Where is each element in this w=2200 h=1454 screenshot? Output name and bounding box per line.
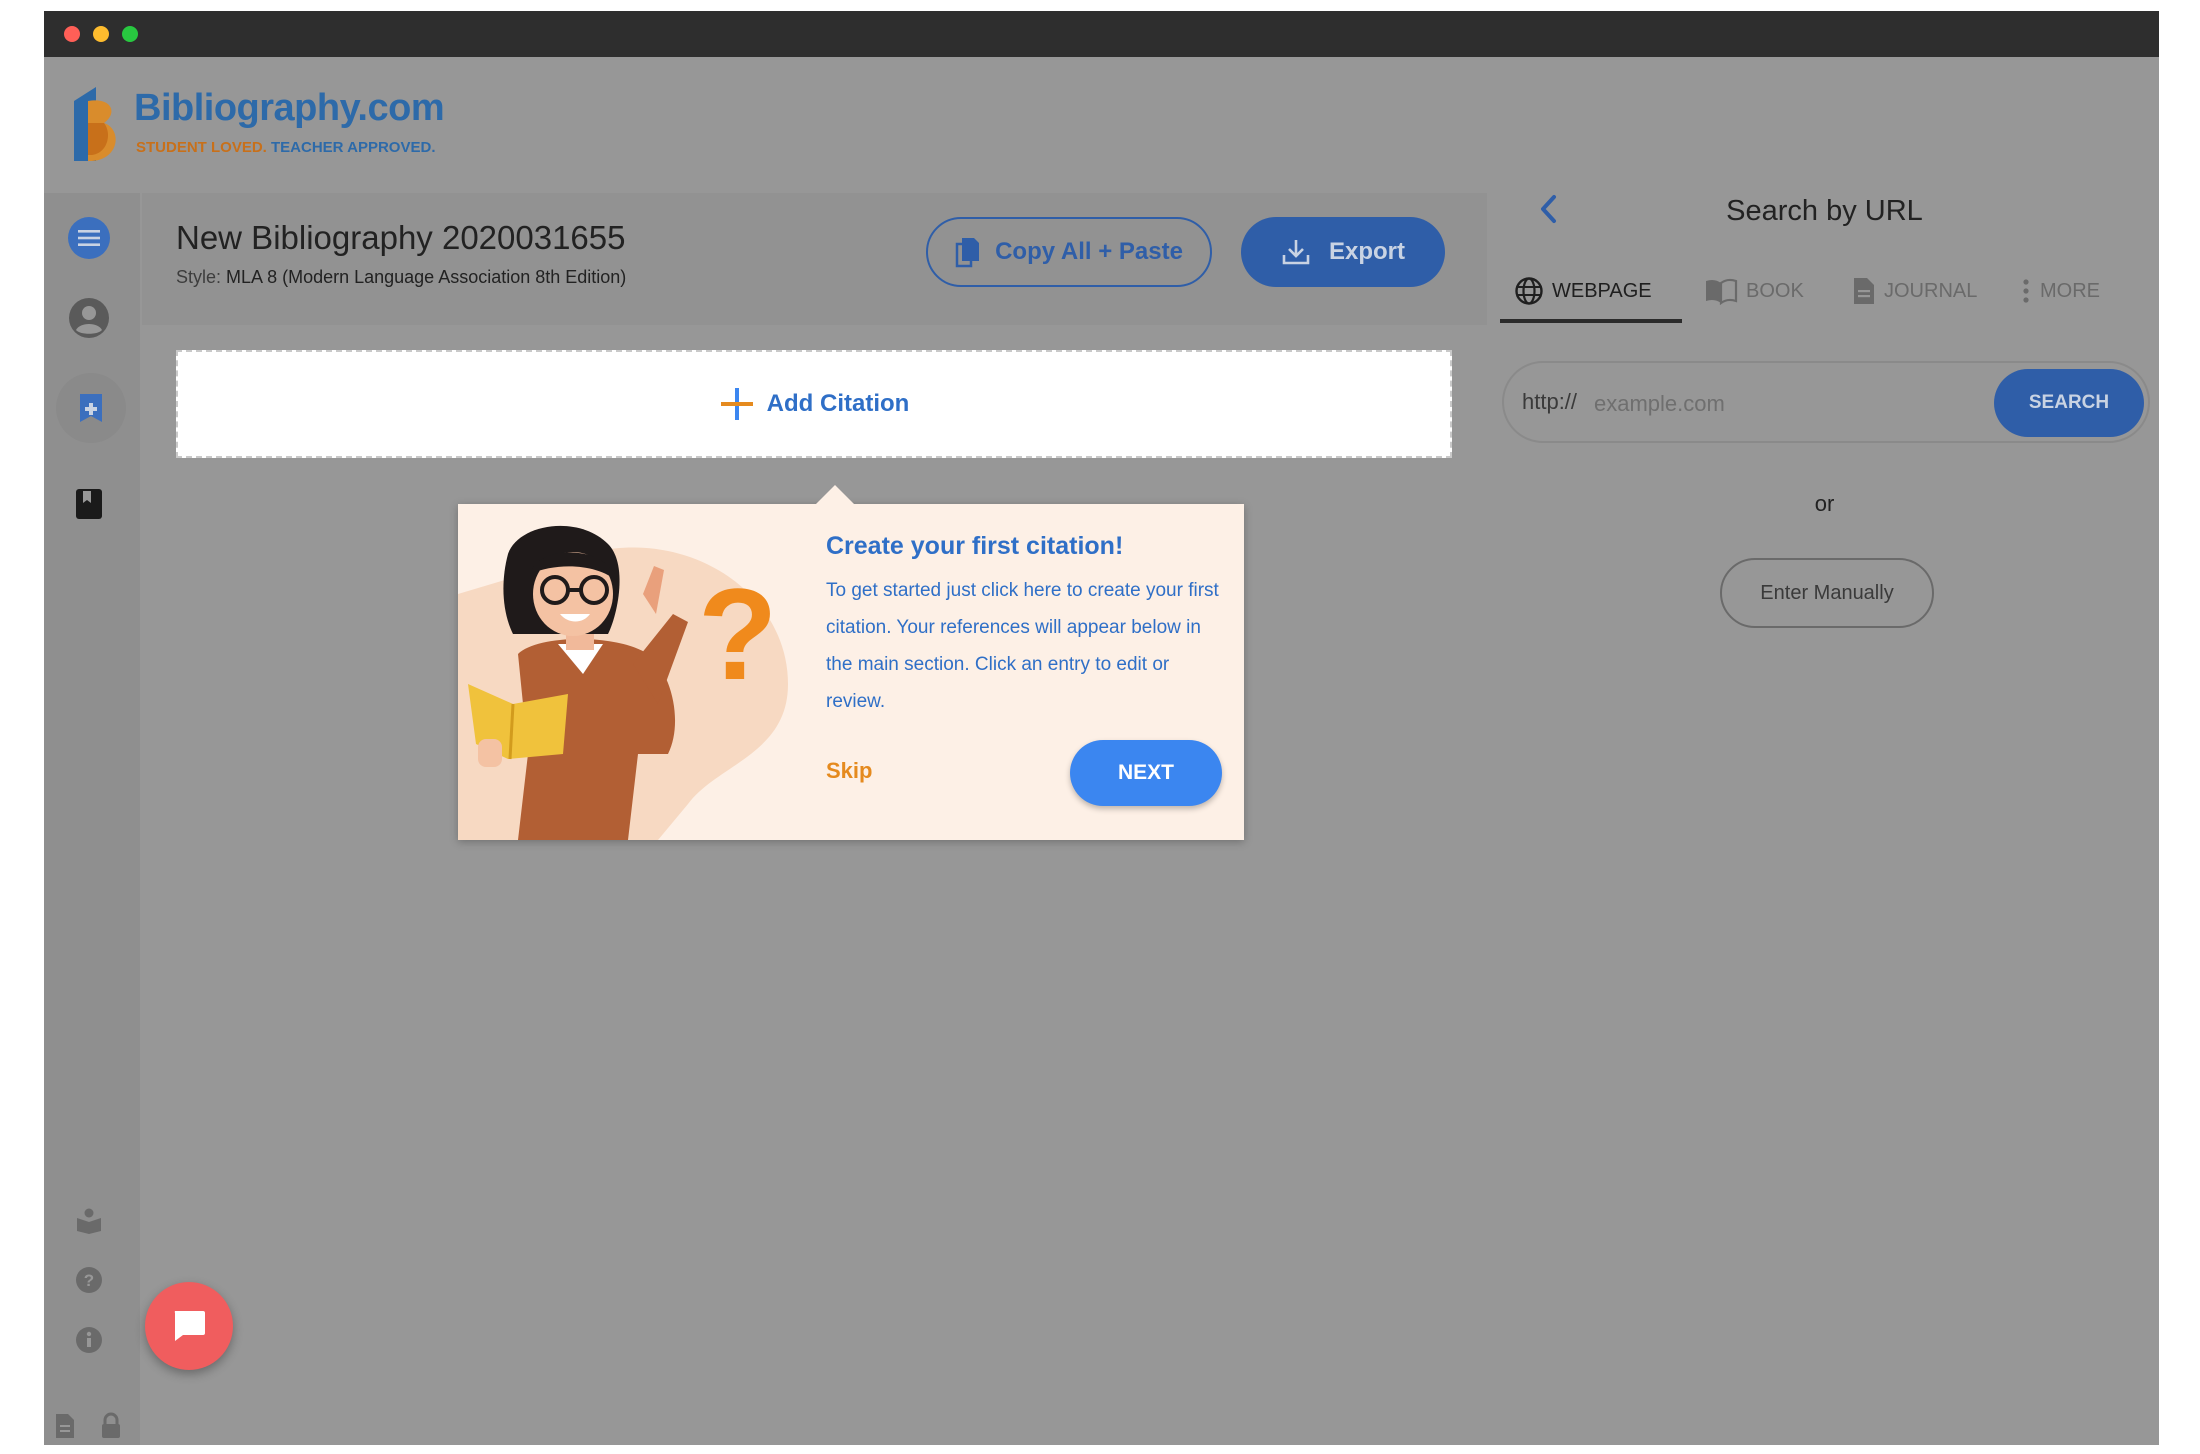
add-citation-label: Add Citation bbox=[766, 390, 910, 417]
book-icon bbox=[76, 489, 102, 519]
source-type-tabs: WEBPAGE BOOK JOURNAL MORE bbox=[1490, 263, 2159, 323]
add-bookmark-icon bbox=[80, 394, 102, 422]
left-sidebar: ? bbox=[44, 193, 140, 1445]
globe-icon bbox=[1515, 277, 1543, 305]
tutorial-body: To get started just click here to create… bbox=[826, 580, 1219, 712]
svg-text:?: ? bbox=[698, 561, 777, 707]
style-value: MLA 8 (Modern Language Association 8th E… bbox=[226, 267, 627, 287]
reading-person-icon bbox=[77, 1208, 101, 1234]
copy-icon bbox=[955, 238, 980, 268]
style-label: Style: bbox=[176, 267, 222, 287]
enter-manually-button[interactable]: Enter Manually bbox=[1720, 558, 1934, 628]
logo-mark-icon bbox=[74, 87, 116, 161]
export-label: Export bbox=[1328, 238, 1405, 265]
search-panel-title: Search by URL bbox=[1726, 195, 1923, 227]
tab-more-label: MORE bbox=[2040, 279, 2100, 302]
terms-button[interactable] bbox=[48, 1409, 82, 1443]
active-tab-indicator bbox=[1500, 319, 1682, 323]
svg-text:?: ? bbox=[84, 1271, 94, 1290]
minimize-window-button[interactable] bbox=[93, 26, 109, 42]
citation-style[interactable]: Style: MLA 8 (Modern Language Associatio… bbox=[176, 267, 626, 288]
skip-tutorial-button[interactable]: Skip bbox=[826, 758, 872, 784]
chat-button[interactable] bbox=[145, 1282, 233, 1370]
tab-more[interactable]: MORE bbox=[2020, 263, 2100, 319]
search-button[interactable]: SEARCH bbox=[1994, 369, 2144, 437]
tagline-part-1: STUDENT LOVED. bbox=[136, 139, 267, 156]
tutorial-title: Create your first citation! bbox=[826, 532, 1124, 560]
tab-webpage-label: WEBPAGE bbox=[1552, 279, 1652, 302]
tab-book-label: BOOK bbox=[1746, 279, 1804, 302]
bibliography-header: New Bibliography 2020031655 Style: MLA 8… bbox=[142, 193, 1487, 325]
maximize-window-button[interactable] bbox=[122, 26, 138, 42]
tagline-part-2: TEACHER APPROVED. bbox=[271, 139, 436, 156]
url-search-field: http:// SEARCH bbox=[1502, 361, 2150, 443]
plus-icon bbox=[720, 388, 753, 420]
book-icon bbox=[1706, 278, 1738, 305]
my-bibliographies-button[interactable] bbox=[72, 485, 106, 523]
download-icon bbox=[1282, 240, 1310, 265]
info-circle-icon bbox=[76, 1327, 102, 1353]
export-button[interactable]: Export bbox=[1241, 217, 1445, 287]
new-bibliography-button[interactable] bbox=[56, 373, 126, 443]
tab-webpage[interactable]: WEBPAGE bbox=[1514, 263, 1652, 319]
url-prefix: http:// bbox=[1522, 389, 1578, 414]
document-icon bbox=[56, 1414, 74, 1438]
document-icon bbox=[1854, 278, 1874, 304]
copy-all-label: Copy All + Paste bbox=[995, 238, 1183, 265]
user-avatar-icon bbox=[69, 298, 109, 338]
help-button[interactable]: ? bbox=[72, 1263, 106, 1297]
account-button[interactable] bbox=[68, 297, 110, 339]
tab-book[interactable]: BOOK bbox=[1704, 263, 1804, 319]
learn-button[interactable] bbox=[72, 1203, 106, 1237]
brand-logo[interactable]: Bibliography.com STUDENT LOVED. TEACHER … bbox=[68, 83, 488, 173]
lock-icon bbox=[102, 1412, 120, 1438]
close-window-button[interactable] bbox=[64, 26, 80, 42]
tutorial-popover: ? Create your first citation! To get sta… bbox=[458, 485, 1244, 840]
window-titlebar bbox=[44, 11, 2159, 57]
help-circle-icon: ? bbox=[76, 1267, 102, 1293]
chat-bubble-icon bbox=[174, 1311, 205, 1341]
search-panel: Search by URL WEBPAGE BOOK JOURNAL MORE … bbox=[1490, 151, 2159, 1445]
or-separator: or bbox=[1814, 491, 1835, 516]
copy-all-paste-button[interactable]: Copy All + Paste bbox=[926, 217, 1212, 287]
privacy-button[interactable] bbox=[94, 1409, 128, 1443]
next-tutorial-button[interactable]: NEXT bbox=[1070, 740, 1222, 806]
hamburger-menu-icon bbox=[78, 230, 100, 246]
tab-journal[interactable]: JOURNAL bbox=[1852, 263, 1977, 319]
url-input[interactable] bbox=[1592, 381, 1956, 427]
brand-tagline: STUDENT LOVED. TEACHER APPROVED. bbox=[136, 139, 435, 156]
bibliography-title[interactable]: New Bibliography 2020031655 bbox=[176, 219, 626, 257]
brand-name: Bibliography.com bbox=[134, 87, 445, 129]
teacher-illustration: ? bbox=[458, 525, 788, 840]
more-vertical-icon bbox=[2023, 279, 2029, 303]
app-window: Bibliography.com STUDENT LOVED. TEACHER … bbox=[44, 11, 2159, 1445]
info-button[interactable] bbox=[72, 1323, 106, 1357]
popover-arrow bbox=[815, 485, 855, 505]
menu-button[interactable] bbox=[68, 217, 110, 259]
tab-journal-label: JOURNAL bbox=[1884, 279, 1978, 302]
add-citation-button[interactable]: Add Citation bbox=[176, 350, 1452, 458]
